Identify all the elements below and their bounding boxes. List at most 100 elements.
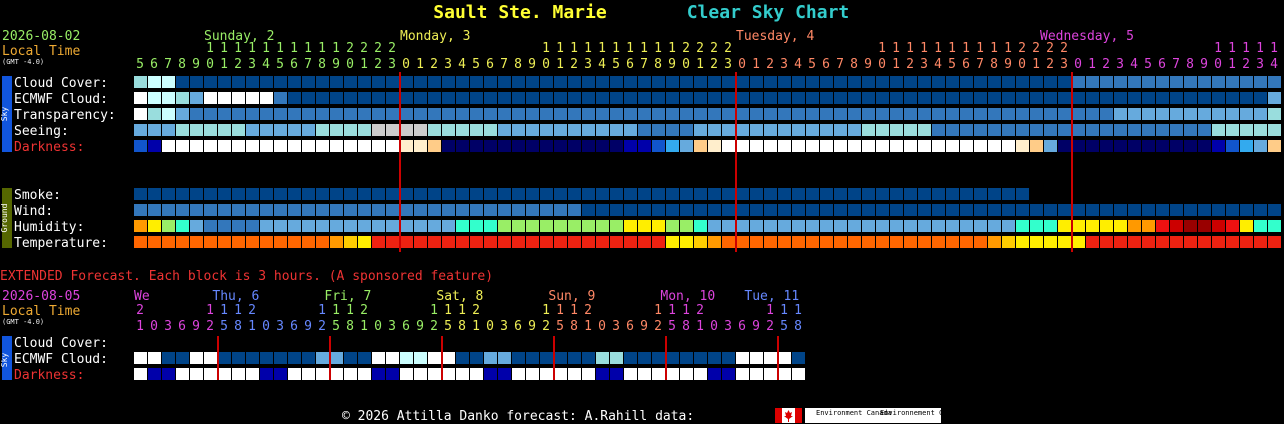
cell-darkness [1128,140,1141,152]
cell-wind [1156,204,1169,216]
cell-seeing [960,124,973,136]
env-canada-text-2: Environnement Canada [880,409,964,417]
cell-humidity [400,220,413,232]
cell-transparency [1100,108,1113,120]
row-label-wind: Wind: [14,204,53,219]
cell-temperature [1170,236,1183,248]
cell-cloud-cover [1240,76,1253,88]
cell-transparency [204,108,217,120]
chart-name: Clear Sky Chart [687,2,850,23]
cell-wind [1100,204,1113,216]
cell-transparency [1268,108,1281,120]
cell-humidity [1128,220,1141,232]
cell-wind [834,204,847,216]
cell-wind [750,204,763,216]
cell-humidity [428,220,441,232]
cell-wind [736,204,749,216]
cell-ecmwf-cloud [694,92,707,104]
cell-temperature [414,236,427,248]
cell-ecmwf-cloud [764,92,777,104]
ext-hour-tens: 1 [542,303,550,318]
ext-day-label-2: Fri, 7 [324,289,371,304]
cell-temperature [792,236,805,248]
cell-wind [414,204,427,216]
cell-wind [218,204,231,216]
cell-seeing [330,124,343,136]
chart-canvas: Sault Ste. Marie Clear Sky Chart 2026-08… [0,2,1281,424]
cell-humidity [1268,220,1281,232]
hour-ones: 0 [738,57,746,72]
cell-transparency [736,108,749,120]
cell-wind [344,204,357,216]
hour-ones: 6 [962,57,970,72]
cell-ecmwf-cloud [162,92,175,104]
cell-temperature [1212,236,1225,248]
ext-cell-ecmwf-cloud [162,352,175,364]
cell-temperature [246,236,259,248]
cell-temperature [848,236,861,248]
cell-ecmwf-cloud [1212,92,1225,104]
cell-seeing [1254,124,1267,136]
cell-ecmwf-cloud [330,92,343,104]
cell-ecmwf-cloud [134,92,147,104]
cell-darkness [1100,140,1113,152]
cell-cloud-cover [750,76,763,88]
hour-ones: 2 [430,57,438,72]
cell-temperature [1184,236,1197,248]
ext-day-label-3: Sat, 8 [436,289,483,304]
cell-wind [358,204,371,216]
ext-cell-ecmwf-cloud [456,352,469,364]
cell-wind [890,204,903,216]
cell-seeing [1100,124,1113,136]
cell-humidity [1002,220,1015,232]
cell-humidity [848,220,861,232]
cell-smoke [176,188,189,200]
cell-temperature [372,236,385,248]
cell-ecmwf-cloud [1058,92,1071,104]
cell-temperature [1114,236,1127,248]
cell-temperature [960,236,973,248]
cell-seeing [820,124,833,136]
cell-darkness [484,140,497,152]
ext-hour-tens: 1 [444,303,452,318]
hour-ones: 0 [1214,57,1222,72]
cell-transparency [400,108,413,120]
cell-darkness [1086,140,1099,152]
hour-tens: 2 [724,41,732,56]
hour-tens: 1 [304,41,312,56]
cell-temperature [232,236,245,248]
cell-ecmwf-cloud [1016,92,1029,104]
ext-cell-darkness [358,368,371,380]
cell-humidity [1156,220,1169,232]
cell-humidity [1058,220,1071,232]
cell-wind [428,204,441,216]
cell-humidity [344,220,357,232]
cell-ecmwf-cloud [1198,92,1211,104]
ext-hour-tens: 2 [360,303,368,318]
cell-humidity [778,220,791,232]
cell-temperature [526,236,539,248]
cell-ecmwf-cloud [1086,92,1099,104]
cell-smoke [554,188,567,200]
cell-transparency [1016,108,1029,120]
cell-seeing [974,124,987,136]
ext-cell-darkness [330,368,343,380]
cell-ecmwf-cloud [554,92,567,104]
cell-ecmwf-cloud [806,92,819,104]
cell-humidity [1114,220,1127,232]
cell-darkness [1072,140,1085,152]
cell-cloud-cover [1114,76,1127,88]
cell-cloud-cover [330,76,343,88]
cell-smoke [1002,188,1015,200]
cell-transparency [428,108,441,120]
cell-seeing [1226,124,1239,136]
cell-smoke [582,188,595,200]
cell-darkness [246,140,259,152]
cell-cloud-cover [988,76,1001,88]
cell-wind [1142,204,1155,216]
day-boundary-line [399,72,401,252]
ext-day-label-5: Mon, 10 [660,289,715,304]
cell-darkness [722,140,735,152]
hour-ones: 6 [486,57,494,72]
cell-smoke [568,188,581,200]
